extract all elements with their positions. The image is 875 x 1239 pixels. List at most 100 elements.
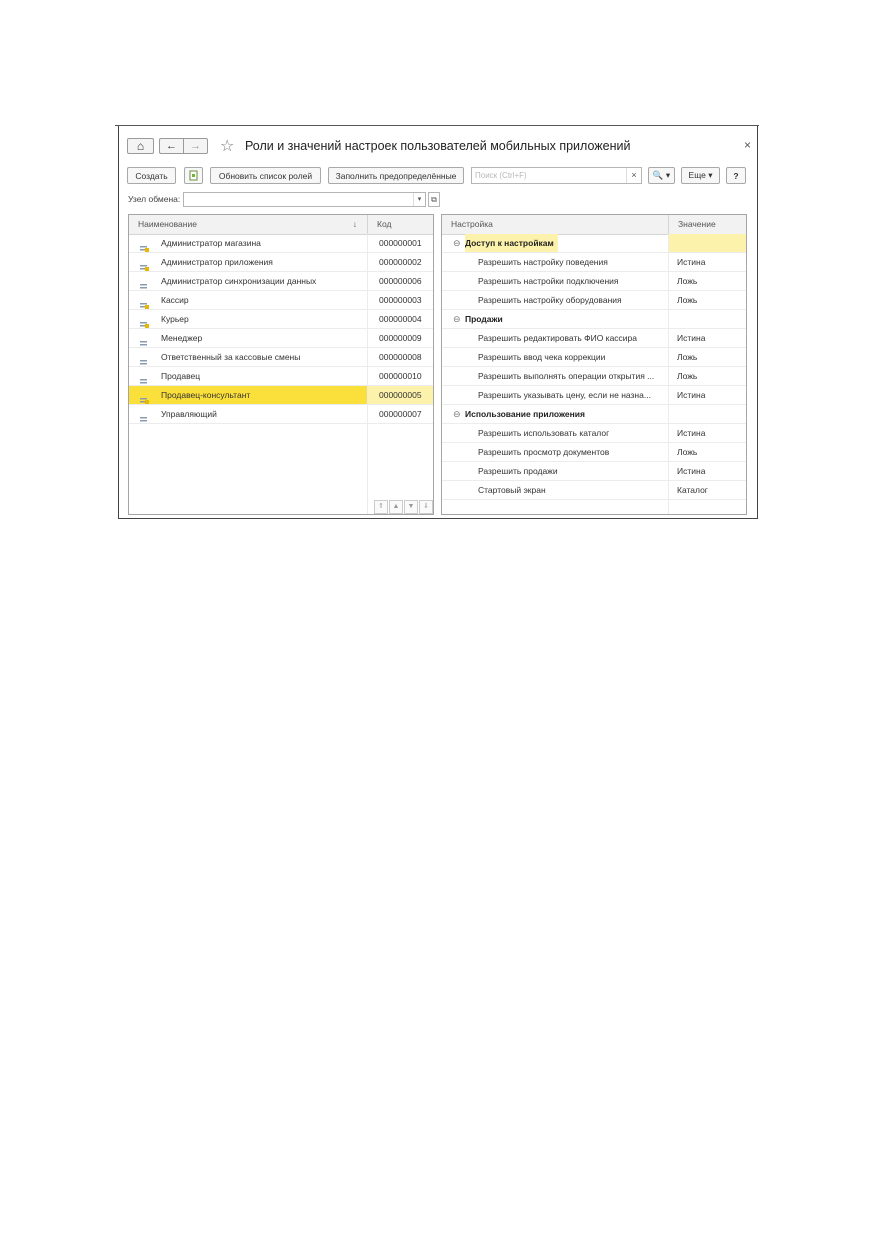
more-button[interactable]: Еще ▾: [681, 167, 720, 184]
setting-cell[interactable]: Разрешить выполнять операции открытия ..…: [442, 367, 668, 385]
setting-cell[interactable]: ⊖ Использование приложения: [442, 405, 668, 423]
role-name-cell[interactable]: Администратор синхронизации данных: [129, 272, 367, 290]
setting-value[interactable]: Ложь: [668, 348, 746, 366]
setting-value[interactable]: [668, 405, 746, 423]
clear-search-icon[interactable]: ×: [626, 168, 641, 183]
setting-cell[interactable]: Разрешить ввод чека коррекции: [442, 348, 668, 366]
role-code[interactable]: 000000002: [367, 253, 433, 271]
settings-group-row[interactable]: ⊖ Продажи: [442, 310, 746, 329]
setting-cell[interactable]: Стартовый экран: [442, 481, 668, 499]
scroll-up-icon[interactable]: ▲: [389, 500, 403, 514]
settings-row[interactable]: Разрешить просмотр документов Ложь: [442, 443, 746, 462]
role-name-cell[interactable]: Управляющий: [129, 405, 367, 423]
collapse-icon[interactable]: ⊖: [453, 405, 461, 423]
search-options-button[interactable]: 🔍 ▾: [648, 167, 675, 184]
role-code[interactable]: 000000005: [367, 386, 433, 404]
table-row[interactable]: Управляющий 000000007: [129, 405, 433, 424]
role-name-cell[interactable]: Администратор приложения: [129, 253, 367, 271]
setting-cell[interactable]: Разрешить использовать каталог: [442, 424, 668, 442]
role-code[interactable]: 000000003: [367, 291, 433, 309]
setting-value[interactable]: Истина: [668, 386, 746, 404]
setting-value[interactable]: Ложь: [668, 443, 746, 461]
table-row[interactable]: Ответственный за кассовые смены 000000008: [129, 348, 433, 367]
role-code[interactable]: 000000008: [367, 348, 433, 366]
setting-value[interactable]: Истина: [668, 424, 746, 442]
settings-row[interactable]: Разрешить настройку поведения Истина: [442, 253, 746, 272]
scroll-top-icon[interactable]: ⇑: [374, 500, 388, 514]
role-code[interactable]: 000000004: [367, 310, 433, 328]
setting-cell[interactable]: Разрешить редактировать ФИО кассира: [442, 329, 668, 347]
create-button[interactable]: Создать: [127, 167, 176, 184]
open-node-icon[interactable]: ⧉: [428, 192, 440, 207]
settings-row[interactable]: Стартовый экран Каталог: [442, 481, 746, 500]
fill-predefined-button[interactable]: Заполнить предопределённые: [328, 167, 464, 184]
table-row[interactable]: Продавец 000000010: [129, 367, 433, 386]
setting-value[interactable]: Ложь: [668, 272, 746, 290]
role-code[interactable]: 000000009: [367, 329, 433, 347]
close-icon[interactable]: ×: [744, 138, 751, 152]
setting-value[interactable]: [668, 310, 746, 328]
settings-group-row[interactable]: ⊖ Использование приложения: [442, 405, 746, 424]
setting-value[interactable]: Истина: [668, 462, 746, 480]
setting-cell[interactable]: Разрешить указывать цену, если не назна.…: [442, 386, 668, 404]
setting-cell[interactable]: Разрешить продажи: [442, 462, 668, 480]
settings-row[interactable]: Разрешить указывать цену, если не назна.…: [442, 386, 746, 405]
setting-cell[interactable]: Разрешить настройку поведения: [442, 253, 668, 271]
table-row[interactable]: Администратор магазина 000000001: [129, 234, 433, 253]
role-name-cell[interactable]: Менеджер: [129, 329, 367, 347]
role-name-cell[interactable]: Кассир: [129, 291, 367, 309]
table-row[interactable]: Кассир 000000003: [129, 291, 433, 310]
settings-row[interactable]: Разрешить настройки подключения Ложь: [442, 272, 746, 291]
panel-splitter[interactable]: [434, 214, 441, 515]
role-name-cell[interactable]: Администратор магазина: [129, 234, 367, 252]
setting-cell[interactable]: Разрешить настройки подключения: [442, 272, 668, 290]
role-name-cell[interactable]: Ответственный за кассовые смены: [129, 348, 367, 366]
copy-button[interactable]: [184, 167, 203, 184]
table-row[interactable]: Администратор синхронизации данных 000000…: [129, 272, 433, 291]
role-name-cell[interactable]: Продавец-консультант: [129, 386, 367, 404]
table-row[interactable]: Администратор приложения 000000002: [129, 253, 433, 272]
setting-cell[interactable]: Разрешить настройку оборудования: [442, 291, 668, 309]
role-code[interactable]: 000000006: [367, 272, 433, 290]
setting-value[interactable]: [668, 234, 746, 252]
column-header-value[interactable]: Значение: [668, 215, 746, 234]
role-code[interactable]: 000000010: [367, 367, 433, 385]
settings-row[interactable]: Разрешить использовать каталог Истина: [442, 424, 746, 443]
scroll-bottom-icon[interactable]: ⇓: [419, 500, 433, 514]
scroll-down-icon[interactable]: ▼: [404, 500, 418, 514]
role-name-cell[interactable]: Курьер: [129, 310, 367, 328]
search-input[interactable]: Поиск (Ctrl+F) ×: [471, 167, 642, 184]
setting-value[interactable]: Истина: [668, 329, 746, 347]
column-header-name[interactable]: Наименование ↓: [129, 215, 367, 234]
column-header-setting[interactable]: Настройка: [442, 215, 668, 234]
table-row[interactable]: Менеджер 000000009: [129, 329, 433, 348]
setting-cell[interactable]: ⊖ Продажи: [442, 310, 668, 328]
settings-row[interactable]: Разрешить выполнять операции открытия ..…: [442, 367, 746, 386]
table-row[interactable]: Курьер 000000004: [129, 310, 433, 329]
setting-value[interactable]: Ложь: [668, 291, 746, 309]
home-button[interactable]: ⌂: [127, 138, 154, 154]
setting-value[interactable]: Ложь: [668, 367, 746, 385]
settings-row[interactable]: Разрешить ввод чека коррекции Ложь: [442, 348, 746, 367]
exchange-node-input[interactable]: ▾: [183, 192, 426, 207]
settings-group-row[interactable]: ⊖ Доступ к настройкам: [442, 234, 746, 253]
forward-button[interactable]: →: [183, 138, 208, 154]
back-button[interactable]: ←: [159, 138, 183, 154]
role-name-cell[interactable]: Продавец: [129, 367, 367, 385]
setting-cell[interactable]: Разрешить просмотр документов: [442, 443, 668, 461]
collapse-icon[interactable]: ⊖: [453, 234, 461, 252]
favorite-star-icon[interactable]: ☆: [220, 136, 234, 156]
table-row[interactable]: Продавец-консультант 000000005: [129, 386, 433, 405]
role-code[interactable]: 000000001: [367, 234, 433, 252]
setting-value[interactable]: Истина: [668, 253, 746, 271]
column-header-code[interactable]: Код: [367, 215, 433, 234]
dropdown-arrow-icon[interactable]: ▾: [413, 193, 425, 206]
refresh-roles-button[interactable]: Обновить список ролей: [210, 167, 321, 184]
collapse-icon[interactable]: ⊖: [453, 310, 461, 328]
role-code[interactable]: 000000007: [367, 405, 433, 423]
settings-row[interactable]: Разрешить настройку оборудования Ложь: [442, 291, 746, 310]
setting-cell[interactable]: ⊖ Доступ к настройкам: [442, 234, 668, 252]
settings-row[interactable]: Разрешить редактировать ФИО кассира Истин…: [442, 329, 746, 348]
help-button[interactable]: ?: [726, 167, 746, 184]
setting-value[interactable]: Каталог: [668, 481, 746, 499]
